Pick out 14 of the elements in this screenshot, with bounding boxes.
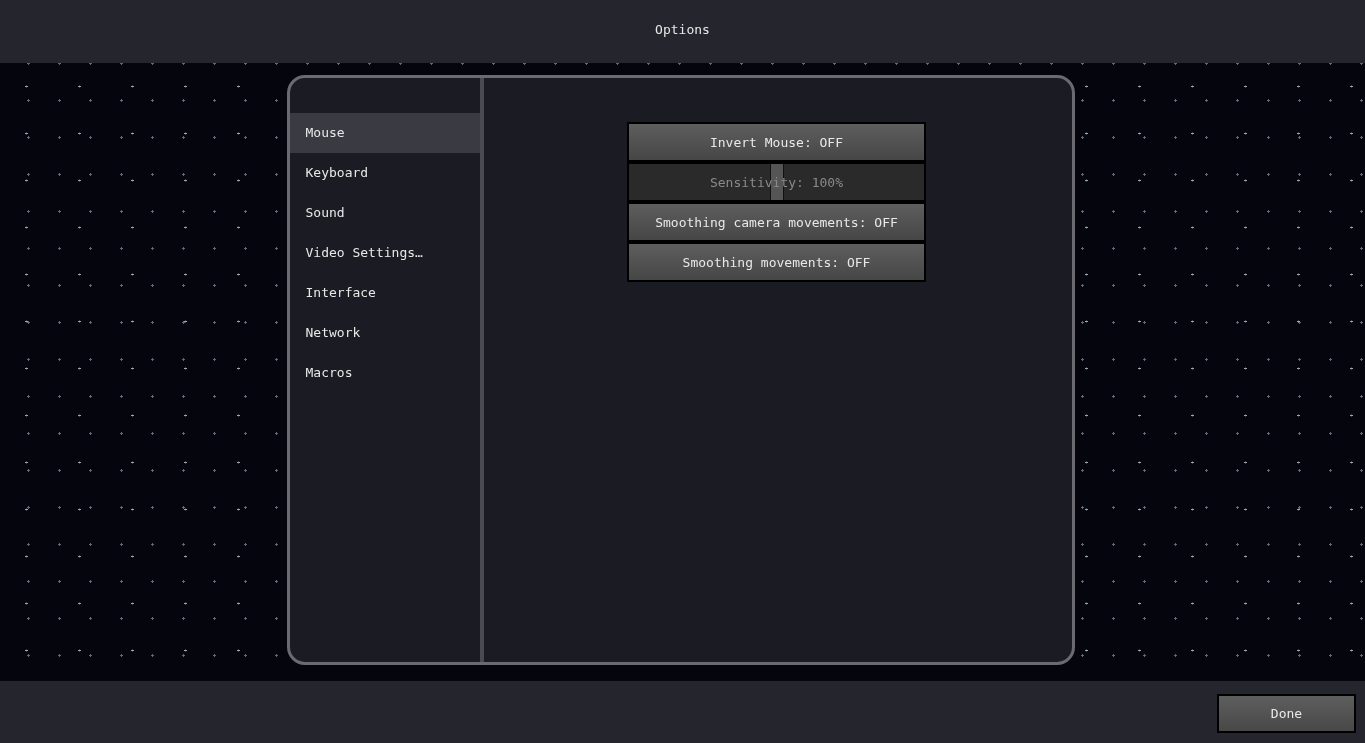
sidebar-item[interactable]: Sound — [289, 193, 480, 233]
sidebar-item[interactable]: Video Settings… — [289, 233, 480, 273]
sidebar-item[interactable]: Network — [289, 313, 480, 353]
option-button[interactable]: Invert Mouse: OFF — [627, 122, 926, 162]
sidebar-item[interactable]: Interface — [289, 273, 480, 313]
done-button[interactable]: Done — [1217, 693, 1356, 733]
sidebar-item[interactable]: Keyboard — [289, 153, 480, 193]
option-button[interactable]: Smoothing movements: OFF — [627, 242, 926, 282]
sidebar-item[interactable]: Macros — [289, 353, 480, 393]
sidebar-item[interactable]: Mouse — [289, 113, 480, 153]
option-button[interactable]: Smoothing camera movements: OFF — [627, 202, 926, 242]
slider-label: Sensitivity: 100% — [709, 174, 844, 190]
screen-title: Options — [655, 21, 710, 38]
sensitivity-slider[interactable]: Sensitivity: 100% — [627, 162, 926, 202]
